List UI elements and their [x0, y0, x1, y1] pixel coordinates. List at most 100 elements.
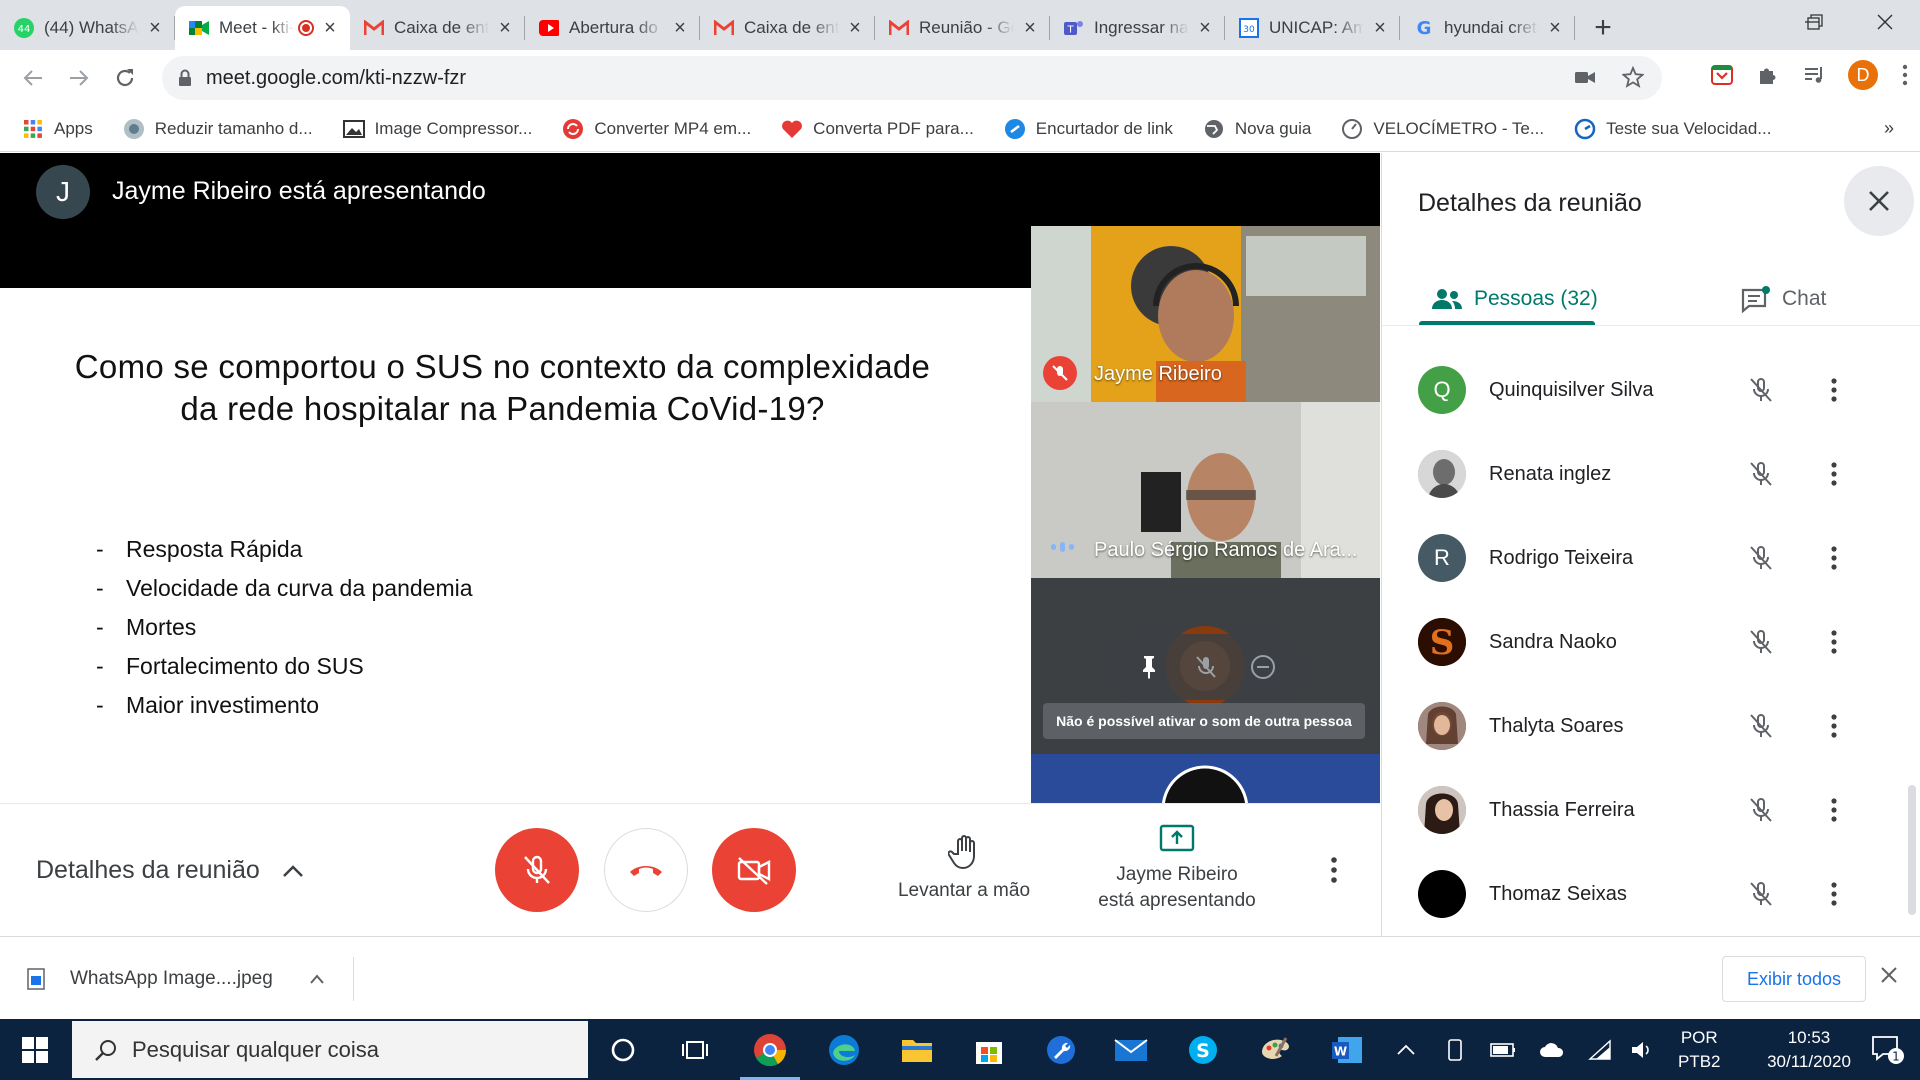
address-bar[interactable]: meet.google.com/kti-nzzw-fzr [162, 56, 1662, 100]
mic-off-icon[interactable] [1744, 625, 1778, 659]
kebab-menu-icon[interactable] [1822, 373, 1846, 407]
taskbar-store[interactable] [968, 1029, 1010, 1071]
bookmark-velocimetro[interactable]: VELOCÍMETRO - Te... [1341, 118, 1544, 140]
device-icon[interactable] [1446, 1038, 1464, 1061]
volume-icon[interactable] [1630, 1039, 1654, 1061]
tab-unicap[interactable]: 30 UNICAP: Ambiente × [1225, 6, 1400, 50]
presenting-button[interactable]: Jayme Ribeiro está apresentando [1086, 824, 1268, 914]
list-item[interactable]: S Sandra Naoko [1382, 600, 1920, 684]
wifi-icon[interactable] [1588, 1038, 1612, 1061]
taskbar-skype[interactable]: S [1182, 1029, 1224, 1071]
bookmark-encurtador[interactable]: Encurtador de link [1004, 118, 1173, 140]
close-icon[interactable]: × [1370, 18, 1390, 38]
close-icon[interactable]: × [845, 18, 865, 38]
close-icon[interactable]: × [1020, 18, 1040, 38]
task-view-button[interactable] [674, 1029, 716, 1071]
bookmark-teste-velocidade[interactable]: Teste sua Velocidad... [1574, 118, 1771, 140]
taskbar-explorer[interactable] [896, 1029, 938, 1071]
bookmark-apps[interactable]: Apps [22, 118, 93, 140]
more-options-button[interactable] [1322, 856, 1346, 892]
raise-hand-button[interactable]: Levantar a mão [886, 834, 1042, 904]
start-button[interactable] [14, 1029, 56, 1071]
pin-icon[interactable] [1135, 653, 1163, 681]
new-tab-button[interactable]: + [1583, 6, 1623, 50]
tab-gmail[interactable]: Caixa de entrada × [700, 6, 875, 50]
taskbar-wrench-app[interactable] [1040, 1029, 1082, 1071]
tab-people[interactable]: Pessoas (32) [1430, 273, 1598, 325]
taskbar-paint[interactable] [1254, 1029, 1296, 1071]
close-icon[interactable]: × [495, 18, 515, 38]
chevron-up-icon[interactable] [309, 974, 325, 984]
kebab-menu-icon[interactable] [1822, 457, 1846, 491]
mic-off-icon[interactable] [1744, 877, 1778, 911]
tab-youtube[interactable]: Abertura do evento × [525, 6, 700, 50]
media-queue-icon[interactable] [1802, 63, 1826, 87]
camera-icon[interactable] [1574, 66, 1596, 88]
notifications-button[interactable]: 1 [1856, 1019, 1920, 1080]
tab-google[interactable]: G hyundai creta × [1400, 6, 1575, 50]
tab-meet[interactable]: Meet - kti-nzzw-fzr × [175, 6, 350, 50]
mic-off-icon[interactable] [1744, 457, 1778, 491]
close-download-bar-button[interactable] [1880, 963, 1898, 991]
back-button[interactable] [10, 55, 56, 101]
bookmark-reduzir[interactable]: Reduzir tamanho d... [123, 118, 313, 140]
remove-participant-icon[interactable] [1249, 653, 1277, 681]
bookmark-nova-guia[interactable]: Nova guia [1203, 118, 1311, 140]
taskbar-mail[interactable] [1110, 1029, 1152, 1071]
meeting-details-button[interactable]: Detalhes da reunião [36, 856, 304, 885]
close-icon[interactable]: × [670, 18, 690, 38]
bookmark-pdf[interactable]: Converta PDF para... [781, 118, 974, 140]
kebab-menu-icon[interactable] [1900, 63, 1910, 87]
kebab-menu-icon[interactable] [1822, 709, 1846, 743]
tab-gmail[interactable]: Caixa de entrada × [350, 6, 525, 50]
video-tile-partial[interactable] [1031, 754, 1380, 803]
mic-off-icon[interactable] [1744, 709, 1778, 743]
kebab-menu-icon[interactable] [1822, 877, 1846, 911]
restore-button[interactable] [1780, 0, 1850, 44]
close-icon[interactable]: × [320, 18, 340, 38]
list-item[interactable]: Renata inglez [1382, 432, 1920, 516]
mic-off-icon[interactable] [1744, 793, 1778, 827]
video-tile-paulo[interactable]: Paulo Sérgio Ramos de Ara... [1031, 402, 1380, 578]
taskbar-chrome[interactable] [749, 1029, 791, 1071]
clock[interactable]: 10:53 30/11/2020 [1754, 1019, 1864, 1080]
chevron-up-icon[interactable] [1396, 1044, 1416, 1056]
puzzle-icon[interactable] [1756, 63, 1780, 87]
list-item[interactable]: Thalyta Soares [1382, 684, 1920, 768]
cloud-icon[interactable] [1538, 1040, 1566, 1060]
close-panel-button[interactable] [1844, 166, 1914, 236]
close-window-button[interactable] [1850, 0, 1920, 44]
close-icon[interactable]: × [1195, 18, 1215, 38]
bookmarks-more-button[interactable]: » [1884, 118, 1894, 139]
leave-call-button[interactable] [604, 828, 688, 912]
scrollbar-thumb[interactable] [1908, 785, 1916, 915]
tab-whatsapp[interactable]: 44 (44) WhatsApp × [0, 6, 175, 50]
tab-gmail-reuniao[interactable]: Reunião - Google × [875, 6, 1050, 50]
kebab-menu-icon[interactable] [1822, 625, 1846, 659]
close-icon[interactable]: × [1545, 18, 1565, 38]
forward-button[interactable] [56, 55, 102, 101]
reload-button[interactable] [102, 55, 148, 101]
video-tile-jayme[interactable]: Jayme Ribeiro [1031, 226, 1380, 402]
taskbar-edge[interactable] [823, 1029, 865, 1071]
input-language[interactable]: POR PTB2 [1678, 1019, 1721, 1080]
tab-teams[interactable]: T Ingressar na reunião × [1050, 6, 1225, 50]
extension-pocket-icon[interactable] [1710, 63, 1734, 87]
list-item[interactable]: Thassia Ferreira [1382, 768, 1920, 852]
microphone-toggle-button[interactable] [495, 828, 579, 912]
kebab-menu-icon[interactable] [1822, 793, 1846, 827]
profile-avatar[interactable]: D [1848, 60, 1878, 90]
mute-participant-icon[interactable] [1192, 653, 1220, 681]
mic-off-icon[interactable] [1744, 373, 1778, 407]
star-icon[interactable] [1622, 66, 1644, 88]
close-icon[interactable]: × [145, 18, 165, 38]
mic-off-icon[interactable] [1744, 541, 1778, 575]
video-tile-sandra[interactable]: Não é possível ativar o som de outra pes… [1031, 578, 1380, 754]
show-all-downloads-button[interactable]: Exibir todos [1722, 956, 1866, 1002]
bookmark-image-compressor[interactable]: Image Compressor... [342, 118, 532, 140]
list-item[interactable]: R Rodrigo Teixeira [1382, 516, 1920, 600]
taskbar-search[interactable]: Pesquisar qualquer coisa [72, 1021, 588, 1078]
download-item[interactable]: WhatsApp Image....jpeg [26, 957, 354, 1001]
bookmark-converter-mp4[interactable]: Converter MP4 em... [562, 118, 751, 140]
battery-icon[interactable] [1490, 1041, 1516, 1059]
